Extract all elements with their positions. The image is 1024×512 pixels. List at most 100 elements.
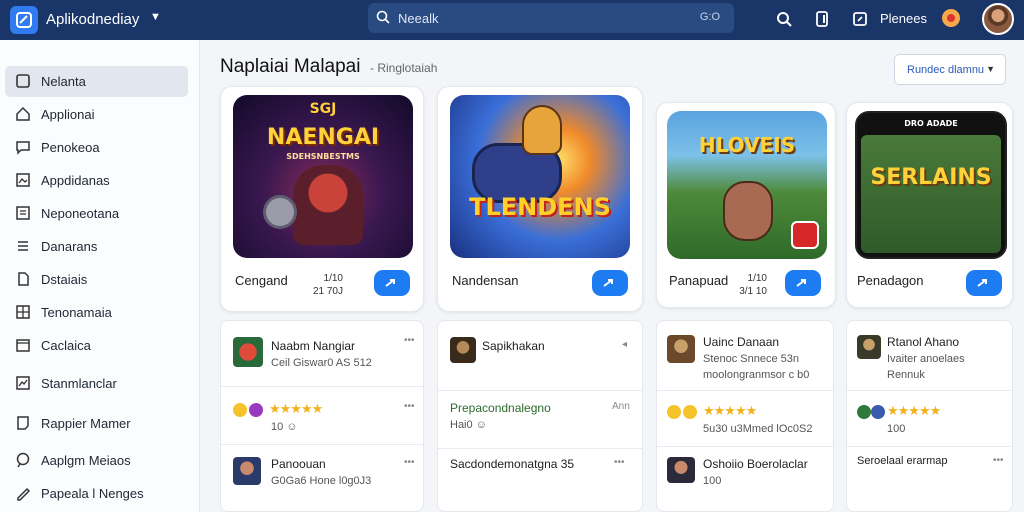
- list-item[interactable]: ★★★★★ 5u30 u3Mmed lOc0S2: [657, 391, 833, 447]
- more-icon[interactable]: •••: [404, 401, 415, 412]
- sidebar-item-danarans[interactable]: Danarans: [5, 231, 188, 262]
- more-icon[interactable]: ◂: [622, 339, 627, 350]
- menu-icon: [15, 238, 31, 254]
- list-item[interactable]: Oshoiio Boerolaclar 100: [657, 447, 833, 511]
- open-button[interactable]: [785, 270, 821, 296]
- sidebar-item-papeala-nenges[interactable]: Papeala l Nenges: [5, 478, 188, 509]
- sidebar-item-tenonamaia[interactable]: Tenonamaia: [5, 297, 188, 328]
- list-item[interactable]: Seroelaal erarmap •••: [847, 447, 1012, 511]
- sort-dropdown[interactable]: Rundec dlamnu ▼: [894, 54, 1006, 85]
- page-title: Naplaiai Malapai: [220, 56, 361, 77]
- avatar[interactable]: [982, 3, 1014, 35]
- review-author: Panoouan: [271, 457, 326, 471]
- game-name: Panapuad: [669, 273, 729, 288]
- more-icon[interactable]: •••: [404, 457, 415, 468]
- game-scene: [861, 135, 1001, 253]
- art-title-text: NAENGAI: [266, 125, 380, 150]
- game-art-image: HLOVEIS: [667, 111, 827, 259]
- emoji-icon: [249, 403, 263, 417]
- more-icon[interactable]: •••: [614, 457, 625, 468]
- open-button[interactable]: [966, 270, 1002, 296]
- featured-card[interactable]: DRO ADADE SERLAINS Penadagon: [846, 102, 1013, 308]
- featured-card[interactable]: HLOVEIS Panapuad 1/10 3/1 10: [656, 102, 836, 308]
- sidebar-item-rappier-mamer[interactable]: Rappier Mamer: [5, 408, 188, 439]
- review-author: Uainc Danaan: [703, 335, 780, 349]
- sidebar-item-label: Tenonamaia: [41, 305, 112, 320]
- review-text: 5u30 u3Mmed lOc0S2: [703, 423, 813, 435]
- search-bar[interactable]: G:O: [368, 3, 734, 33]
- sidebar-item-stanmlanclar[interactable]: Stanmlanclar: [5, 368, 188, 399]
- home-icon: [15, 106, 31, 122]
- review-author: Oshoiio Boerolaclar: [703, 457, 808, 471]
- game-meta-top: 1/10: [323, 273, 343, 284]
- arrow-icon: [603, 279, 613, 287]
- zoom-icon[interactable]: [774, 9, 794, 29]
- list-item[interactable]: Prepacondnalegno Hai0 ☺ Ann: [438, 391, 642, 449]
- sidebar-item-label: Stanmlanclar: [41, 376, 117, 391]
- chevron-down-icon[interactable]: ▼: [150, 11, 161, 23]
- image-icon: [15, 172, 31, 188]
- list-item[interactable]: Panoouan G0Ga6 Hone l0g0J3 •••: [221, 445, 423, 511]
- review-text: moolongranmsor c b0: [703, 369, 810, 381]
- art-title-text: HLOVEIS: [698, 133, 796, 157]
- arrow-icon: [796, 279, 806, 287]
- list-item[interactable]: ★★★★★ 10 ☺ •••: [221, 387, 423, 445]
- review-text: G0Ga6 Hone l0g0J3: [271, 475, 372, 487]
- square-icon: [15, 73, 31, 89]
- sidebar-item-appdidanas[interactable]: Appdidanas: [5, 165, 188, 196]
- game-name: Nandensan: [452, 273, 519, 288]
- notification-icon[interactable]: [942, 9, 960, 27]
- game-name: Cengand: [235, 273, 288, 288]
- more-icon[interactable]: •••: [404, 335, 415, 346]
- app-logo-icon[interactable]: [10, 6, 38, 34]
- review-text: Hai0 ☺: [450, 419, 487, 431]
- list-item[interactable]: Sapikhakan ◂: [438, 321, 642, 391]
- arrow-icon: [385, 279, 395, 287]
- art-top-text: DRO ADADE: [904, 119, 958, 128]
- hero-figure: [723, 181, 773, 241]
- list-item[interactable]: ★★★★★ 100: [847, 391, 1012, 447]
- profile-label[interactable]: Plenees: [880, 11, 927, 26]
- open-button[interactable]: [592, 270, 628, 296]
- list-item[interactable]: Sacdondemonatgna 35 •••: [438, 449, 642, 511]
- emoji-icon: [667, 405, 681, 419]
- review-text: Ivaiter anoelaes: [887, 353, 965, 365]
- sidebar-item-label: Appdidanas: [41, 173, 110, 188]
- sidebar-item-dstaiais[interactable]: Dstaiais: [5, 264, 188, 295]
- featured-card[interactable]: TLENDENS Nandensan: [437, 86, 643, 312]
- open-button[interactable]: [374, 270, 410, 296]
- search-input[interactable]: [398, 8, 678, 28]
- app-title[interactable]: Aplikodnediay: [46, 11, 139, 28]
- emoji-icon: [233, 403, 247, 417]
- sidebar-item-label: Rappier Mamer: [41, 416, 131, 431]
- avatar: [667, 457, 695, 483]
- review-text: Stenoc Snnece 53n: [703, 353, 800, 365]
- sidebar-item-neponeotana[interactable]: Neponeotana: [5, 198, 188, 229]
- comment-icon: [15, 452, 31, 468]
- search-icon: [376, 10, 390, 29]
- calendar-icon: [15, 337, 31, 353]
- sidebar-item-caclaica[interactable]: Caclaica: [5, 330, 188, 361]
- list-item[interactable]: Uainc Danaan Stenoc Snnece 53n moolongra…: [657, 321, 833, 391]
- list-item[interactable]: Rtanol Ahano Ivaiter anoelaes Rennuk: [847, 321, 1012, 391]
- sidebar-item-applionai[interactable]: Applionai: [5, 99, 188, 130]
- sidebar-item-nelanta[interactable]: Nelanta: [5, 66, 188, 97]
- chevron-down-icon: ▼: [986, 64, 995, 74]
- note-icon: [15, 415, 31, 431]
- hero-figure: [522, 105, 562, 155]
- art-sub-text: SDEHSNBESTMS: [286, 152, 360, 161]
- device-icon[interactable]: [812, 9, 832, 29]
- list-item[interactable]: Naabm Nangiar Ceil Giswar0 AS 512 •••: [221, 321, 423, 387]
- featured-card[interactable]: SGJ NAENGAI SDEHSNBESTMS Cengand 1/10 21…: [220, 86, 424, 312]
- game-art-image: TLENDENS: [450, 95, 630, 258]
- sidebar-item-aaplgm-meiaos[interactable]: Aaplgm Meiaos: [5, 445, 188, 476]
- game-meta-bottom: 21 70J: [312, 286, 343, 297]
- emoji-icon: [857, 405, 871, 419]
- more-icon[interactable]: •••: [993, 455, 1004, 466]
- sidebar-item-penokeoa[interactable]: Penokeoa: [5, 132, 188, 163]
- arrow-icon: [977, 279, 987, 287]
- review-card: Sapikhakan ◂ Prepacondnalegno Hai0 ☺ Ann…: [437, 320, 643, 512]
- edit-icon[interactable]: [850, 9, 870, 29]
- review-author: Sapikhakan: [482, 339, 545, 353]
- document-icon: [15, 271, 31, 287]
